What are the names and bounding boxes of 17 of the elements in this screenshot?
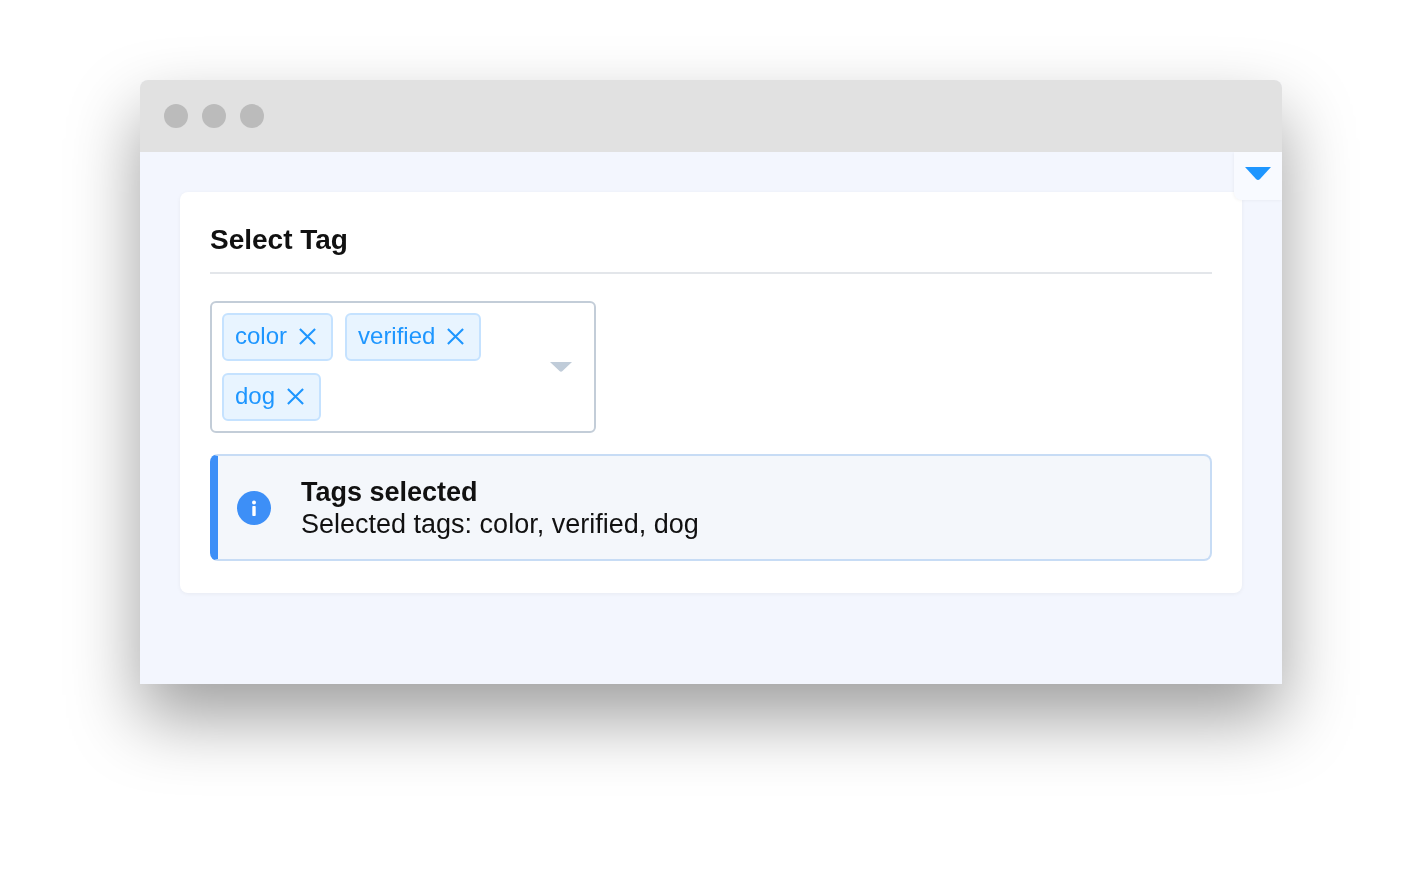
tag-label: verified xyxy=(358,322,436,350)
alert-title: Tags selected xyxy=(301,475,479,508)
window-dot-icon xyxy=(202,104,226,128)
tag-label: dog xyxy=(235,382,276,410)
close-icon[interactable] xyxy=(446,326,466,346)
dropdown-toggle-button[interactable] xyxy=(1234,152,1282,200)
tag-label: color xyxy=(235,322,288,350)
alert-message: Selected tags: color, verified, dog xyxy=(301,507,699,540)
tag-select-field[interactable]: color verified dog xyxy=(210,301,596,433)
window-dot-icon xyxy=(164,104,188,128)
close-icon[interactable] xyxy=(298,326,318,346)
caret-icon xyxy=(1245,167,1271,181)
info-icon xyxy=(237,490,271,525)
window-dot-icon xyxy=(240,104,264,128)
close-icon[interactable] xyxy=(286,386,306,406)
caret-icon[interactable] xyxy=(550,362,572,372)
card-title: Select Tag xyxy=(210,223,349,257)
